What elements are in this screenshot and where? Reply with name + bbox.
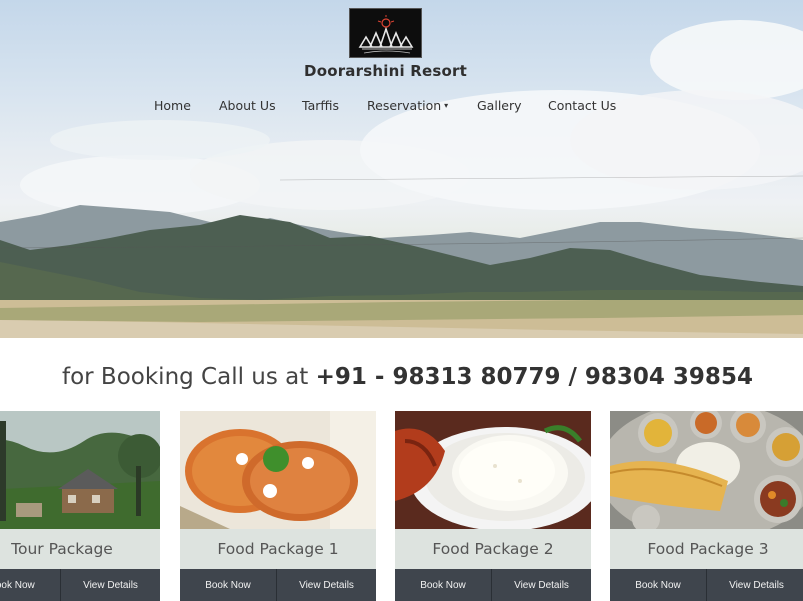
package-card-food-1: Food Package 1 Book Now View Details [180,411,376,601]
hero-banner: Doorarshini Resort Home About Us Tarffis… [0,0,803,338]
package-actions: Book Now View Details [180,569,376,601]
booking-prefix: for Booking Call us at [62,364,316,390]
package-title: Food Package 3 [610,529,803,569]
package-actions: Book Now View Details [0,569,160,601]
brand-name: Doorarshini Resort [304,62,467,80]
book-now-button[interactable]: Book Now [180,569,277,601]
resort-logo-icon [358,15,414,54]
view-details-button[interactable]: View Details [61,569,160,601]
nav-tariffs[interactable]: Tarffis [302,98,339,113]
package-photo-tour [0,411,160,529]
package-card-food-2: Food Package 2 Book Now View Details [395,411,591,601]
package-photo-food-1 [180,411,376,529]
package-actions: Book Now View Details [395,569,591,601]
package-card-tour: Tour Package Book Now View Details [0,411,160,601]
nav-reservation[interactable]: Reservation ▾ [367,98,448,113]
book-now-button[interactable]: Book Now [395,569,492,601]
nav-contact-us[interactable]: Contact Us [548,98,616,113]
package-actions: Book Now View Details [610,569,803,601]
chevron-down-icon: ▾ [444,101,449,110]
package-title: Tour Package [0,529,160,569]
view-details-button[interactable]: View Details [707,569,803,601]
package-photo-food-2 [395,411,591,529]
view-details-button[interactable]: View Details [277,569,376,601]
booking-callout: for Booking Call us at +91 - 98313 80779… [62,364,753,390]
booking-phone-numbers: +91 - 98313 80779 / 98304 39854 [315,364,753,390]
book-now-button[interactable]: Book Now [610,569,707,601]
view-details-button[interactable]: View Details [492,569,591,601]
nav-about-us[interactable]: About Us [219,98,276,113]
package-card-food-3: Food Package 3 Book Now View Details [610,411,803,601]
package-title: Food Package 2 [395,529,591,569]
nav-gallery[interactable]: Gallery [477,98,522,113]
nav-reservation-label: Reservation [367,98,442,113]
package-photo-food-3 [610,411,803,529]
book-now-button[interactable]: Book Now [0,569,61,601]
resort-logo[interactable] [349,8,422,58]
nav-home[interactable]: Home [154,98,191,113]
package-title: Food Package 1 [180,529,376,569]
